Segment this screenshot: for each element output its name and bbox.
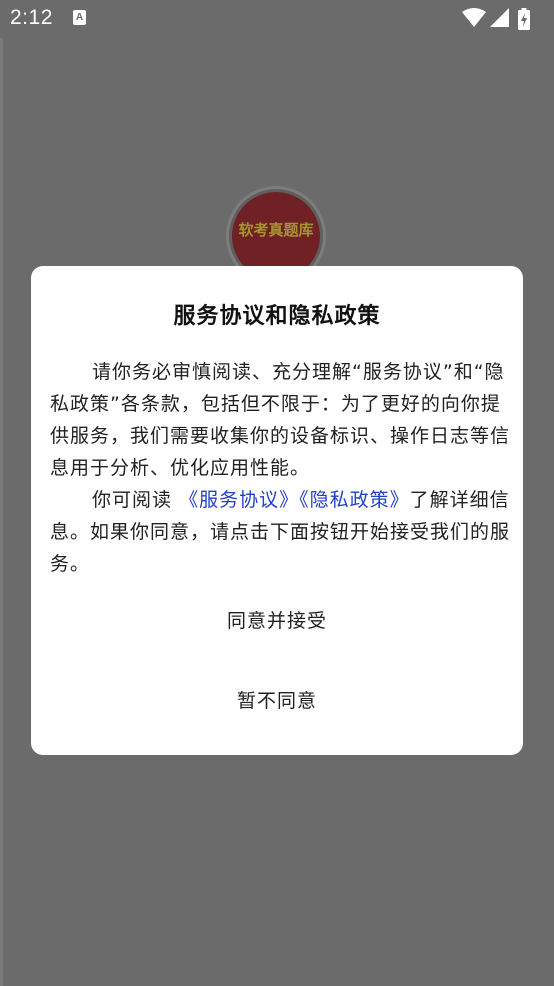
dialog-paragraph-2: 你可阅读 《服务协议》《隐私政策》了解详细信息。如果你同意，请点击下面按钮开始接… bbox=[50, 484, 510, 580]
dialog-body: 请你务必审慎阅读、充分理解“服务协议”和“隐私政策”各条款，包括但不限于：为了更… bbox=[50, 356, 510, 580]
privacy-policy-link[interactable]: 《隐私政策》 bbox=[299, 489, 410, 511]
agree-button[interactable]: 同意并接受 bbox=[31, 606, 523, 633]
status-bar: 2:12 A bbox=[0, 0, 554, 38]
status-time: 2:12 bbox=[10, 6, 53, 29]
a-icon: A bbox=[73, 10, 86, 25]
dialog-paragraph-1: 请你务必审慎阅读、充分理解“服务协议”和“隐私政策”各条款，包括但不限于：为了更… bbox=[50, 361, 511, 479]
decline-button[interactable]: 暂不同意 bbox=[31, 686, 523, 713]
background-edge bbox=[0, 38, 3, 986]
privacy-dialog: 服务协议和隐私政策 请你务必审慎阅读、充分理解“服务协议”和“隐私政策”各条款，… bbox=[31, 266, 523, 755]
wifi-icon bbox=[462, 8, 486, 27]
service-agreement-link[interactable]: 《服务协议》 bbox=[179, 489, 299, 511]
logo-text: 软考真题库 bbox=[238, 221, 314, 239]
dialog-title: 服务协议和隐私政策 bbox=[173, 304, 381, 329]
signal-icon bbox=[490, 8, 509, 27]
battery-charging-icon bbox=[518, 8, 530, 30]
para2-prefix: 你可阅读 bbox=[92, 489, 173, 511]
status-icons bbox=[462, 8, 542, 30]
